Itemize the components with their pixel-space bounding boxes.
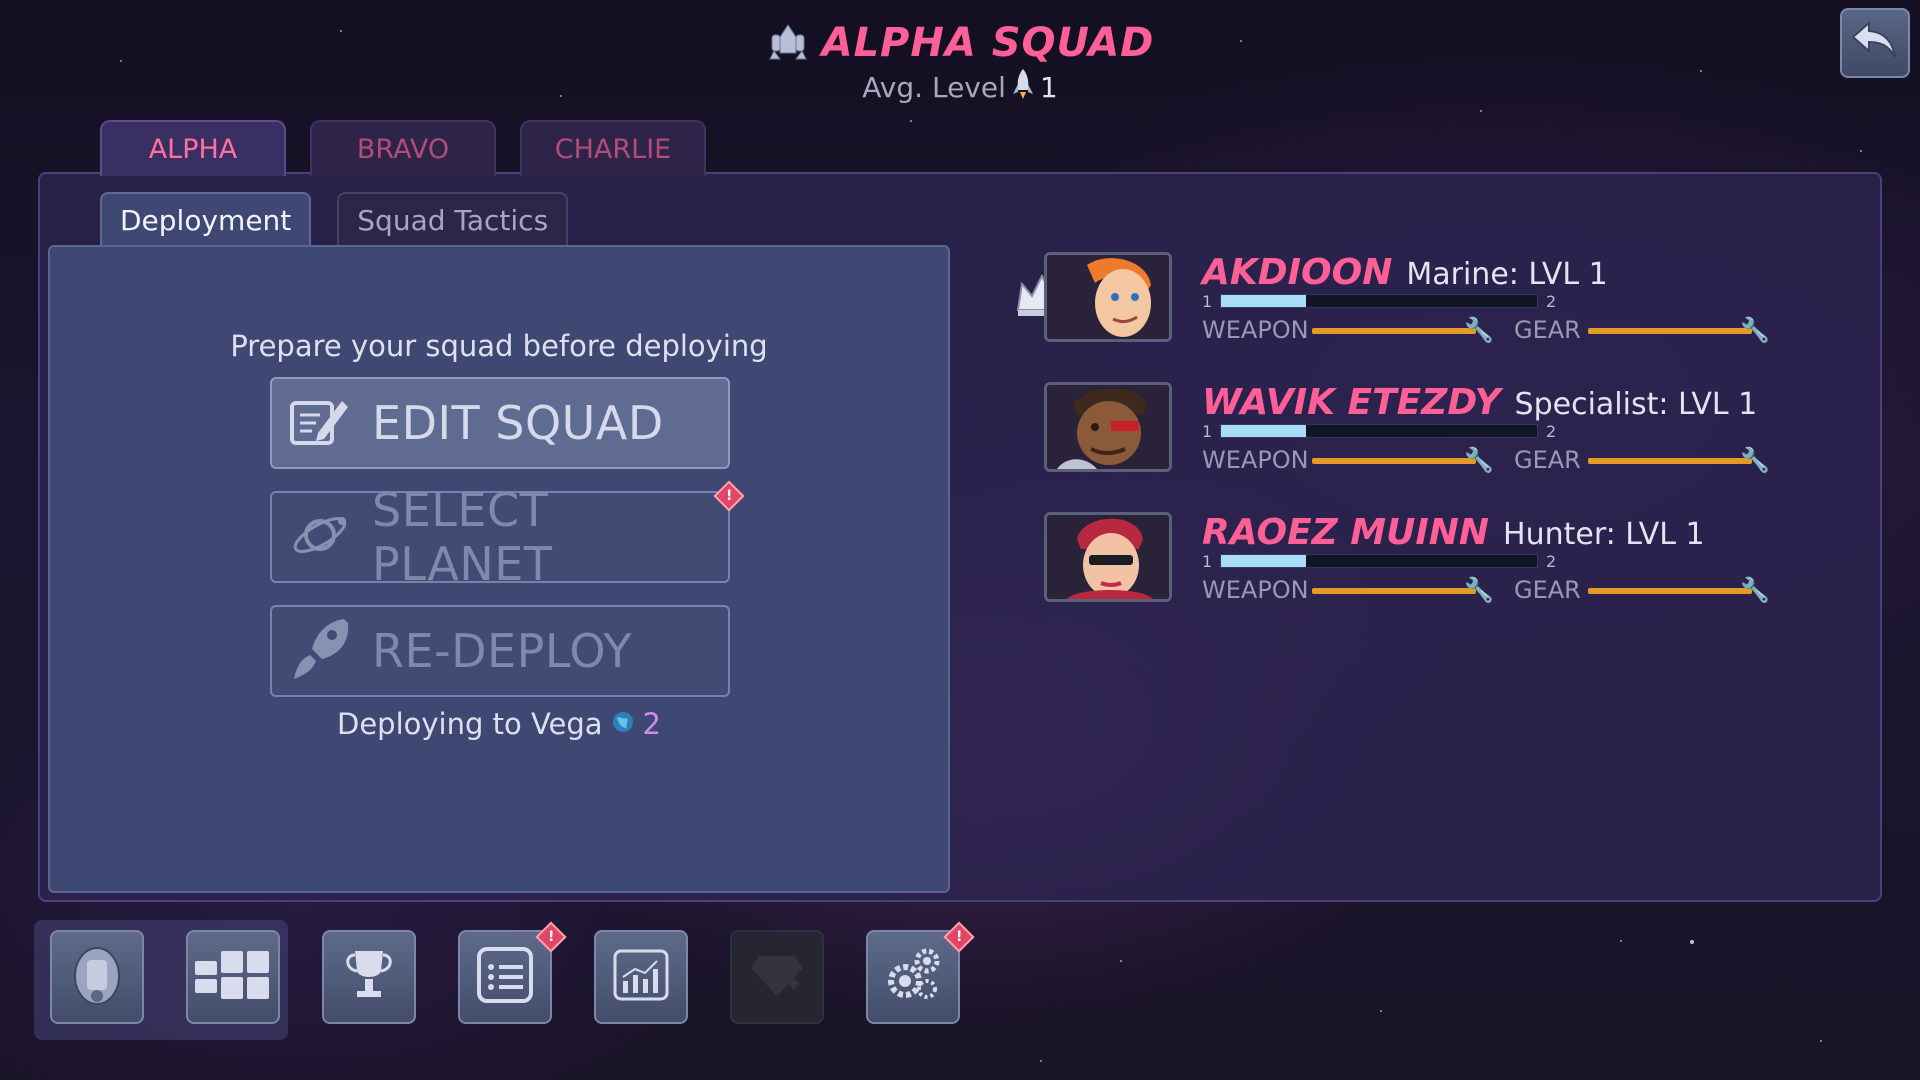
planet-globe-icon <box>611 707 635 741</box>
xp-progress-bar <box>1220 554 1538 568</box>
nav-achievements-button[interactable] <box>322 930 416 1024</box>
bottom-nav-bar: ! ! <box>34 920 975 1040</box>
back-arrow-icon <box>1851 19 1899 67</box>
select-planet-label: SELECT PLANET <box>372 483 553 591</box>
nav-ship-button[interactable] <box>50 930 144 1024</box>
section-tabs: Deployment Squad Tactics <box>100 192 569 246</box>
member-name: WAVIK ETEZDY <box>1202 382 1501 423</box>
redeploy-button[interactable]: RE-DEPLOY <box>270 605 730 697</box>
member-name: RAOEZ MUINN <box>1202 512 1490 553</box>
nav-premium-button[interactable] <box>730 930 824 1024</box>
weapon-label: WEAPON <box>1202 316 1309 344</box>
tab-squad-tactics[interactable]: Squad Tactics <box>337 192 569 246</box>
nav-squads-button[interactable] <box>186 930 280 1024</box>
back-button[interactable] <box>1840 8 1910 78</box>
deploying-destination: Deploying to Vega 2 <box>50 707 948 741</box>
xp-progress-bar <box>1220 294 1538 308</box>
gear-bar <box>1588 458 1752 464</box>
member-portrait <box>1044 382 1172 472</box>
settings-gears-icon <box>883 945 943 1009</box>
member-name-row: WAVIK ETEZDY Specialist: LVL 1 <box>1202 382 1757 423</box>
xp-progress-fill <box>1221 555 1307 567</box>
avg-level-value: 1 <box>1039 71 1058 104</box>
weapon-wrench-icon[interactable]: 🔧 <box>1464 576 1494 604</box>
gear-bar <box>1588 588 1752 594</box>
xp-min-level: 1 <box>1202 422 1213 441</box>
edit-squad-button[interactable]: EDIT SQUAD <box>270 377 730 469</box>
xp-min-level: 1 <box>1202 552 1213 571</box>
missions-list-icon <box>475 945 535 1009</box>
redeploy-label: RE-DEPLOY <box>372 624 633 678</box>
tab-charlie[interactable]: CHARLIE <box>520 120 706 176</box>
member-class: Hunter: LVL 1 <box>1503 517 1705 552</box>
member-portrait <box>1044 512 1172 602</box>
ship-icon <box>67 940 127 1014</box>
xp-progress-bar <box>1220 424 1538 438</box>
squad-member[interactable]: RAOEZ MUINN Hunter: LVL 1 1 2 WEAPON 🔧 GE… <box>1044 512 1804 612</box>
gear-wrench-icon[interactable]: 🔧 <box>1740 576 1770 604</box>
squads-grid-icon <box>193 947 273 1007</box>
rocket-launch-icon <box>288 615 352 687</box>
weapon-wrench-icon[interactable]: 🔧 <box>1464 316 1494 344</box>
nav-stats-button[interactable] <box>594 930 688 1024</box>
gear-wrench-icon[interactable]: 🔧 <box>1740 446 1770 474</box>
squad-tabs: ALPHA BRAVO CHARLIE <box>100 120 706 176</box>
edit-notepad-icon <box>288 393 352 453</box>
xp-max-level: 2 <box>1546 552 1557 571</box>
deploying-label: Deploying to Vega <box>337 707 603 741</box>
xp-progress-fill <box>1221 295 1307 307</box>
deployment-panel: Prepare your squad before deploying EDIT… <box>48 245 950 893</box>
weapon-bar <box>1312 588 1476 594</box>
member-class: Specialist: LVL 1 <box>1514 387 1758 422</box>
gear-bar <box>1588 328 1752 334</box>
member-name: AKDIOON <box>1202 252 1393 293</box>
edit-squad-label: EDIT SQUAD <box>372 396 664 450</box>
weapon-label: WEAPON <box>1202 446 1309 474</box>
gear-label: GEAR <box>1514 316 1581 344</box>
weapon-wrench-icon[interactable]: 🔧 <box>1464 446 1494 474</box>
tab-alpha[interactable]: ALPHA <box>100 120 286 176</box>
member-portrait <box>1044 252 1172 342</box>
xp-min-level: 1 <box>1202 292 1213 311</box>
select-planet-button[interactable]: SELECT PLANET <box>270 483 730 591</box>
squad-member[interactable]: AKDIOON Marine: LVL 1 1 2 WEAPON 🔧 GEAR 🔧 <box>1016 252 1804 352</box>
xp-max-level: 2 <box>1546 422 1557 441</box>
gear-wrench-icon[interactable]: 🔧 <box>1740 316 1770 344</box>
squad-emblem-icon <box>766 21 810 65</box>
rocket-icon <box>1012 68 1034 107</box>
squad-title: ALPHA SQUAD <box>821 20 1155 66</box>
planet-orbit-icon <box>288 503 352 571</box>
weapon-label: WEAPON <box>1202 576 1309 604</box>
tab-deployment[interactable]: Deployment <box>100 192 312 246</box>
member-name-row: AKDIOON Marine: LVL 1 <box>1202 252 1608 293</box>
trophy-icon <box>341 947 397 1007</box>
weapon-bar <box>1312 458 1476 464</box>
squad-member[interactable]: WAVIK ETEZDY Specialist: LVL 1 1 2 WEAPON… <box>1044 382 1804 482</box>
nav-settings-button[interactable] <box>866 930 960 1024</box>
deploying-count: 2 <box>642 707 661 741</box>
nav-missions-button[interactable] <box>458 930 552 1024</box>
stats-chart-icon <box>611 947 671 1007</box>
gear-label: GEAR <box>1514 576 1581 604</box>
member-name-row: RAOEZ MUINN Hunter: LVL 1 <box>1202 512 1705 553</box>
member-class: Marine: LVL 1 <box>1406 257 1608 292</box>
xp-max-level: 2 <box>1546 292 1557 311</box>
weapon-bar <box>1312 328 1476 334</box>
tab-bravo[interactable]: BRAVO <box>310 120 496 176</box>
avg-level-label: Avg. Level <box>862 71 1006 104</box>
xp-progress-fill <box>1221 425 1307 437</box>
prepare-instructions: Prepare your squad before deploying <box>230 329 768 363</box>
gear-label: GEAR <box>1514 446 1581 474</box>
squad-header: ALPHA SQUAD Avg. Level 1 <box>0 20 1920 107</box>
average-level: Avg. Level 1 <box>0 68 1920 107</box>
premium-gem-icon <box>749 950 805 1004</box>
